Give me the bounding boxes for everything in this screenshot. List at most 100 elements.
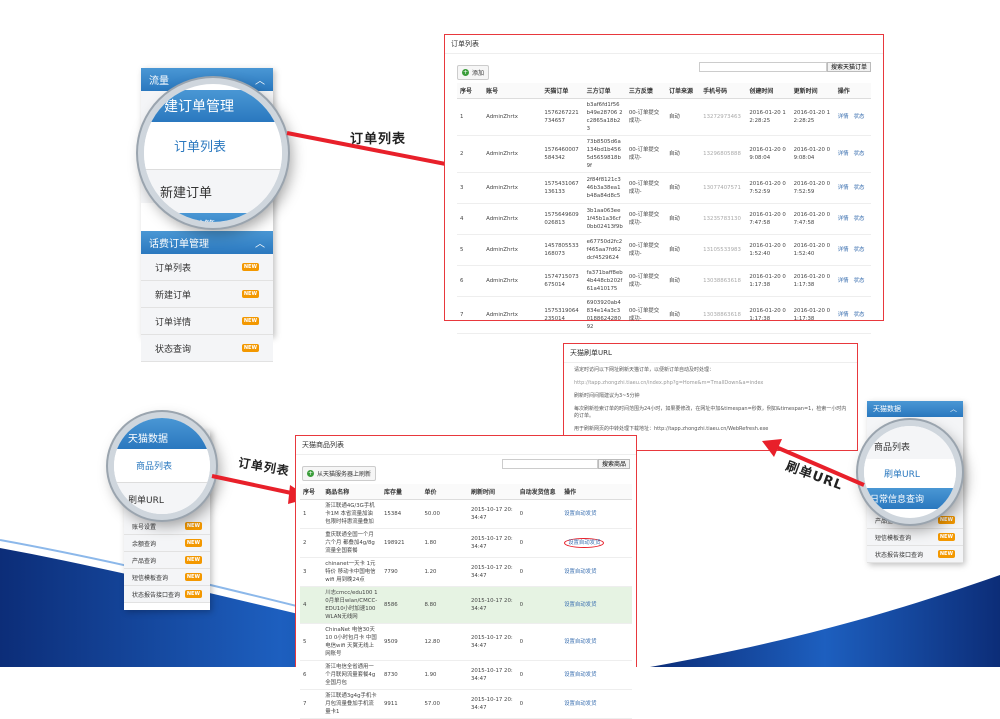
cell-product-name: 浙江联通3g4g手机卡月包流量叠加手机流量卡1	[322, 689, 381, 719]
lens-order-list[interactable]: 订单列表	[144, 122, 282, 169]
sidebar-item-balance-query[interactable]: 余额查询 NEW	[124, 535, 210, 552]
cell-price: 57.00	[421, 689, 468, 719]
sidebar-item-order-detail[interactable]: 订单详情 NEW	[141, 308, 273, 335]
cell-source: 自动	[666, 135, 701, 173]
status-link[interactable]: 状态	[854, 247, 865, 253]
status-link[interactable]: 状态	[854, 312, 865, 318]
cell-text: 7790	[383, 569, 398, 575]
lens-goods-list[interactable]: 商品列表	[864, 426, 956, 459]
set-auto-ship-link[interactable]: 设置自动发货	[564, 569, 596, 575]
sidebar-section-tmall[interactable]: 天猫数据 ︿	[867, 401, 963, 417]
cell-text: 00-订单提交成功-	[628, 147, 660, 161]
status-link[interactable]: 状态	[854, 278, 865, 284]
lens-refresh-url[interactable]: 刷单URL	[864, 459, 956, 488]
order-table-wrap: 序号 账号 天猫订单 三方订单 三方反馈 订单来源 手机号码 创建时间 更新时间 操作 1 Admi…	[445, 83, 883, 334]
sidebar-item-product-query[interactable]: 产品查询 NEW	[124, 552, 210, 569]
search-button[interactable]: 搜索商品	[597, 459, 630, 469]
cell-action[interactable]: 设置自动发货	[561, 528, 632, 558]
cell-index: 2	[300, 528, 323, 558]
cell-text: 13077407571	[703, 185, 741, 191]
cell-action[interactable]: 设置自动发货	[561, 623, 632, 661]
sidebar-section-phone-orders[interactable]: 话费订单管理 ︿	[141, 231, 273, 254]
cell-product-name: 浙江电信全省通用一个月联网流量套餐4g全国月包	[322, 660, 381, 690]
cell-actions[interactable]: 详情 状态	[834, 296, 871, 334]
cell-created: 2016-01-20 01:52:40	[746, 234, 791, 266]
sidebar-item-status-query[interactable]: 状态查询 NEW	[141, 335, 273, 362]
cell-stock: 9911	[380, 689, 422, 719]
sidebar-item-status-report[interactable]: 状态报告接口查询 NEW	[867, 546, 963, 563]
cell-text: 4	[460, 216, 464, 222]
cell-text: 1.20	[424, 569, 437, 575]
cell-third-order: 6903920ab4834e14a3c3018862428092	[583, 296, 626, 334]
column-header: 更新时间	[790, 83, 835, 99]
cell-actions[interactable]: 详情 状态	[834, 203, 871, 235]
cell-phone: 13038863618	[700, 265, 747, 297]
set-auto-ship-link[interactable]: 设置自动发货	[564, 672, 596, 678]
cell-action[interactable]: 设置自动发货	[561, 557, 632, 587]
detail-link[interactable]: 详情	[838, 114, 849, 120]
status-link[interactable]: 状态	[854, 114, 865, 120]
cell-text: 2016-01-20 01:17:38	[749, 308, 786, 322]
status-link[interactable]: 状态	[854, 185, 865, 191]
search-button[interactable]: 搜索天猫订单	[826, 62, 871, 72]
cell-action[interactable]: 设置自动发货	[561, 586, 632, 624]
detail-link[interactable]: 详情	[838, 151, 849, 157]
cell-text: 3b1aa063ee1f45b1a36cf0bb02413f9b	[586, 208, 623, 230]
cell-text: 1575319064235014	[544, 308, 579, 322]
cell-auto-ship: 0	[516, 499, 562, 529]
sidebar-item-sms-template[interactable]: 短信模板查询 NEW	[124, 569, 210, 586]
cell-phone: 13272973463	[700, 98, 747, 136]
set-auto-ship-link[interactable]: 设置自动发货	[564, 511, 596, 517]
status-link[interactable]: 状态	[854, 151, 865, 157]
cell-text: AdminZhrtx	[486, 247, 518, 253]
cell-refresh-time: 2015-10-17 20:34:47	[468, 689, 517, 719]
cell-price: 1.20	[421, 557, 468, 587]
detail-link[interactable]: 详情	[838, 278, 849, 284]
sidebar-item-new-order[interactable]: 新建订单 NEW	[141, 281, 273, 308]
refresh-from-tmall-button[interactable]: + 从天猫服务器上刷新	[302, 466, 377, 481]
cell-text: 13038863618	[703, 312, 741, 318]
sidebar-item-sms-template[interactable]: 短信模板查询 NEW	[867, 529, 963, 546]
download-link[interactable]: 用于刷新网页的中转处理下载地址：http://tapp.zhongzhi.tia…	[574, 426, 847, 433]
cell-action[interactable]: 设置自动发货	[561, 689, 632, 719]
cell-actions[interactable]: 详情 状态	[834, 265, 871, 297]
cell-text: 1	[303, 511, 307, 517]
detail-link[interactable]: 详情	[838, 312, 849, 318]
cell-tmall-order: 1575319064235014	[541, 296, 584, 334]
cell-feedback: 00-订单提交成功-	[625, 296, 666, 334]
table-row: 3 AdminZhrtx 1575431067136133 2f84f8121c346…	[457, 172, 871, 204]
cell-text: 7	[303, 701, 307, 707]
cell-action[interactable]: 设置自动发货	[561, 499, 632, 529]
cell-actions[interactable]: 详情 状态	[834, 98, 871, 136]
detail-link[interactable]: 详情	[838, 247, 849, 253]
cell-text: 6903920ab4834e14a3c3018862428092	[586, 300, 621, 330]
cell-actions[interactable]: 详情 状态	[834, 234, 871, 266]
detail-link[interactable]: 详情	[838, 185, 849, 191]
search-input[interactable]	[698, 62, 827, 72]
cell-actions[interactable]: 详情 状态	[834, 172, 871, 204]
lens-goods-list[interactable]: 商品列表	[114, 449, 210, 482]
set-auto-ship-link[interactable]: 设置自动发货	[564, 639, 596, 645]
table-row: 4 AdminZhrtx 1575649609026813 3b1aa063ee1f4…	[457, 203, 871, 235]
table-row: 2 AdminZhrtx 1576460007584342 73b8505d6a134…	[457, 135, 871, 173]
cell-account: AdminZhrtx	[483, 98, 542, 136]
sidebar-item-account-settings[interactable]: 账号设置 NEW	[124, 518, 210, 535]
cell-actions[interactable]: 详情 状态	[834, 135, 871, 173]
lens-new-order[interactable]: 新建订单	[144, 169, 282, 213]
cell-stock: 15384	[380, 499, 422, 529]
refresh-url-link[interactable]: http://tapp.zhongzhi.tiaeu.cn/index.php?…	[574, 380, 847, 387]
set-auto-ship-link[interactable]: 设置自动发货	[564, 538, 605, 548]
table-row: 5 AdminZhrtx 1457805533168073 e67750d2fc2f4…	[457, 234, 871, 266]
add-button[interactable]: + 添加	[457, 65, 490, 80]
set-auto-ship-link[interactable]: 设置自动发货	[564, 602, 596, 608]
cell-action[interactable]: 设置自动发货	[561, 660, 632, 690]
section-label: 话费订单管理	[149, 239, 209, 250]
search-input[interactable]	[501, 459, 598, 469]
sidebar-item-status-report[interactable]: 状态报告接口查询 NEW	[124, 586, 210, 603]
set-auto-ship-link[interactable]: 设置自动发货	[564, 701, 596, 707]
detail-link[interactable]: 详情	[838, 216, 849, 222]
status-link[interactable]: 状态	[854, 216, 865, 222]
sidebar-item-order-list[interactable]: 订单列表 NEW	[141, 254, 273, 281]
cell-refresh-time: 2015-10-17 20:34:47	[468, 557, 517, 587]
cell-text: 0	[519, 701, 524, 707]
